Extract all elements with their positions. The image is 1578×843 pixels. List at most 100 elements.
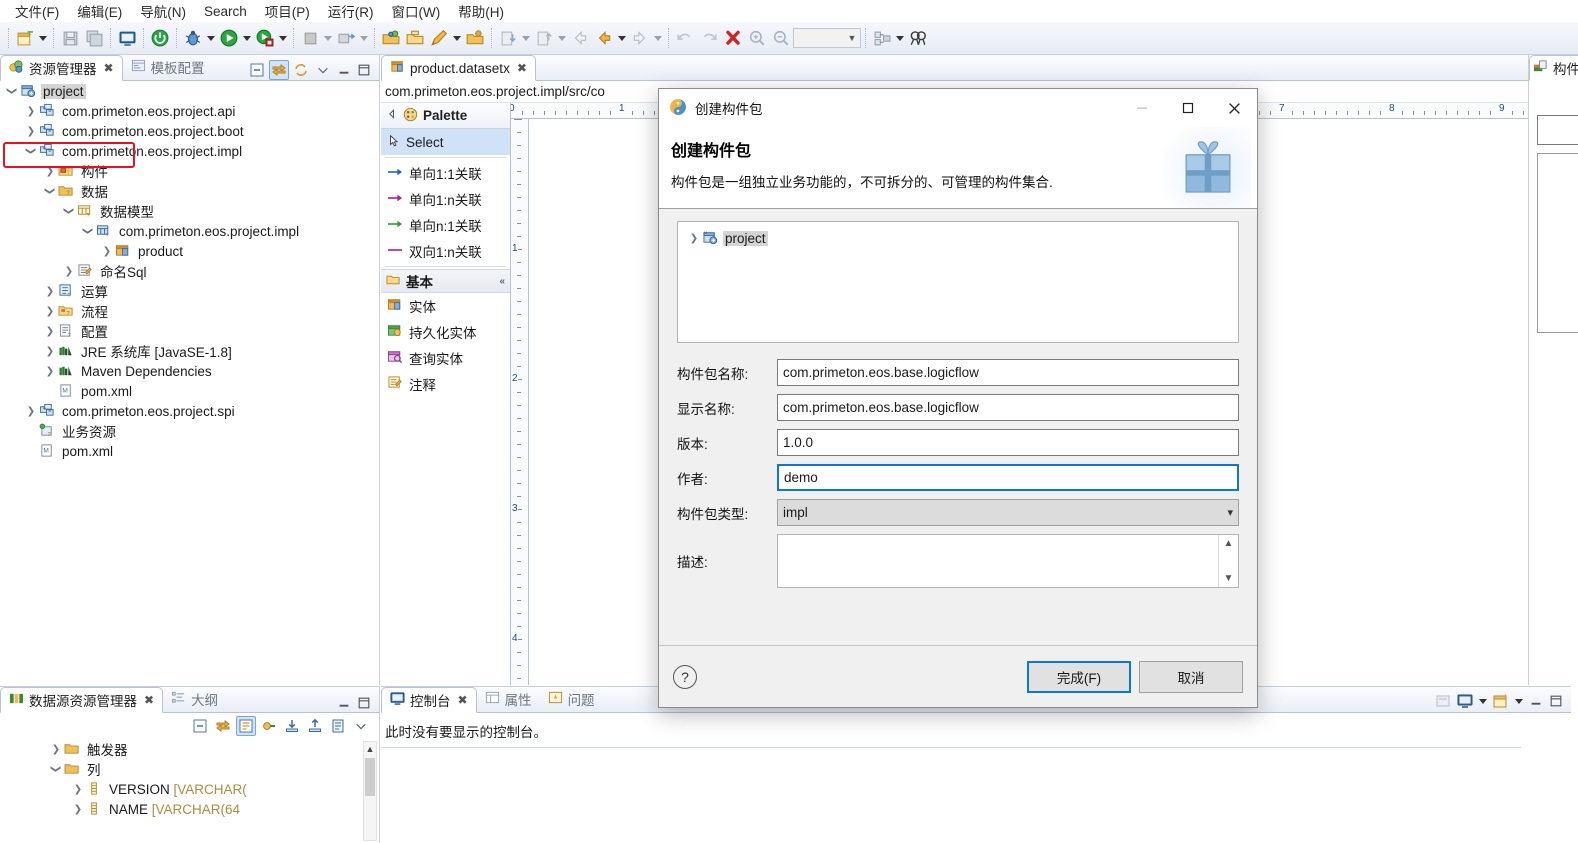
finish-button[interactable]: 完成(F) (1027, 661, 1131, 693)
power-icon[interactable] (148, 26, 172, 50)
refresh-icon[interactable] (291, 60, 311, 80)
open-package-icon[interactable] (379, 26, 403, 50)
chevron-right-icon[interactable]: ❯ (61, 263, 77, 279)
scrollbar-thumb[interactable] (365, 758, 375, 796)
tree-item[interactable]: ❯com.primeton.eos.project.spi (0, 401, 379, 421)
chevron-down-icon[interactable]: ❯ (42, 183, 58, 199)
new-dropdown-caret[interactable] (37, 27, 49, 49)
tree-item[interactable]: ❯VERSION [VARCHAR( (0, 779, 379, 799)
tree-item[interactable]: ❯Maven Dependencies (0, 361, 379, 381)
chevron-right-icon[interactable]: ❯ (23, 403, 39, 419)
tree-item[interactable]: ❯列 (0, 759, 379, 779)
tree-item[interactable]: ❯?数据 (0, 181, 379, 201)
palette-item-basic[interactable]: 查询实体 (381, 345, 510, 371)
run-dropdown-caret[interactable] (241, 27, 253, 49)
chevron-down-icon[interactable]: ❯ (23, 143, 39, 159)
chevron-right-icon[interactable]: ❯ (42, 363, 58, 379)
dialog-project-tree[interactable]: ❯ M project (677, 221, 1239, 343)
component-list-box[interactable] (1537, 153, 1578, 333)
chevron-right-icon[interactable]: ❯ (48, 741, 64, 757)
tab-product-datasetx[interactable]: product.datasetx ✖ (381, 55, 536, 81)
tree-item[interactable]: ❯?流程 (0, 301, 379, 321)
publish-icon[interactable] (334, 26, 358, 50)
search-icon[interactable] (906, 26, 930, 50)
tree-item[interactable]: ❯?运算 (0, 281, 379, 301)
filter-tree-icon[interactable] (236, 716, 256, 736)
pen-dropdown-caret[interactable] (451, 27, 463, 49)
save-script-icon[interactable] (328, 716, 348, 736)
scroll-down-icon[interactable]: ▼ (1224, 573, 1234, 584)
chevron-right-icon[interactable]: ❯ (42, 323, 58, 339)
chevron-right-icon[interactable]: ❯ (42, 163, 58, 179)
perspective-icon[interactable] (870, 26, 894, 50)
chevron-down-icon[interactable]: ❯ (80, 223, 96, 239)
menu-item-edit[interactable]: 编辑(E) (68, 0, 131, 23)
chevron-right-icon[interactable]: ❯ (42, 283, 58, 299)
back-dropdown-caret[interactable] (616, 27, 628, 49)
debug-dropdown-caret[interactable] (205, 27, 217, 49)
open-console-caret[interactable] (1513, 690, 1525, 712)
tab-problems[interactable]: 问题 (540, 686, 603, 712)
palette-item-select[interactable]: Select (381, 129, 510, 155)
chevron-right-icon[interactable]: ❯ (42, 343, 58, 359)
export-db-icon[interactable] (305, 716, 325, 736)
close-icon[interactable]: ✖ (517, 61, 527, 75)
palette-item-relation[interactable]: 双向1:n关联 (381, 238, 510, 264)
palette-item-relation[interactable]: 单向1:n关联 (381, 186, 510, 212)
pin-icon[interactable]: « (499, 276, 505, 287)
menu-item-window[interactable]: 窗口(W) (383, 0, 450, 23)
chevron-right-icon[interactable]: ❯ (23, 123, 39, 139)
chevron-down-icon[interactable]: ❯ (61, 203, 77, 219)
select-构件包类型[interactable]: impl▾ (777, 499, 1239, 526)
maximize-icon[interactable] (1165, 89, 1211, 127)
tree-item[interactable]: Mpom.xml (0, 441, 379, 461)
view-menu-icon[interactable] (351, 716, 371, 736)
tab-resource-explorer[interactable]: 资源管理器 ✖ (0, 55, 123, 81)
close-icon[interactable]: ✖ (144, 693, 154, 707)
chevron-right-icon[interactable]: ❯ (42, 303, 58, 319)
tree-item[interactable]: ❯?数据模型 (0, 201, 379, 221)
run-icon[interactable] (217, 26, 241, 50)
palette-group-basic[interactable]: 基本 « (381, 269, 510, 293)
chevron-down-icon[interactable]: ❯ (48, 761, 64, 777)
palette-item-relation[interactable]: 单向1:1关联 (381, 160, 510, 186)
menu-item-run[interactable]: 运行(R) (319, 0, 383, 23)
maximize-view-icon[interactable] (355, 61, 373, 79)
open-folder-icon[interactable] (403, 26, 427, 50)
menu-item-project[interactable]: 项目(P) (256, 0, 319, 23)
cancel-button[interactable]: 取消 (1139, 661, 1243, 693)
view-menu-icon[interactable] (313, 60, 333, 80)
close-icon[interactable] (1211, 89, 1257, 127)
tree-item[interactable]: ❯com.primeton.eos.project.impl (0, 141, 379, 161)
open-type-icon[interactable] (463, 26, 487, 50)
palette-item-basic[interactable]: 实体 (381, 293, 510, 319)
menu-item-help[interactable]: 帮助(H) (449, 0, 513, 23)
tree-item[interactable]: ❯com.primeton.eos.project.boot (0, 121, 379, 141)
chevron-right-icon[interactable]: ❯ (70, 781, 86, 797)
chevron-down-icon[interactable]: ❯ (4, 83, 20, 99)
save-icon[interactable] (58, 26, 82, 50)
pen-icon[interactable] (427, 26, 451, 50)
textarea-scrollbar[interactable]: ▲▼ (1218, 535, 1238, 587)
debug-icon[interactable] (181, 26, 205, 50)
display-console-icon[interactable] (1455, 691, 1475, 711)
input-构件包名称[interactable]: com.primeton.eos.base.logicflow (777, 359, 1239, 386)
back-yellow-arrow-icon[interactable] (592, 26, 616, 50)
close-icon[interactable]: ✖ (458, 693, 468, 707)
tab-properties[interactable]: 属性 (477, 686, 540, 712)
tree-item[interactable]: ❯com.primeton.eos.project.api (0, 101, 379, 121)
tree-item[interactable]: ❯project (0, 81, 379, 101)
help-icon[interactable]: ? (673, 665, 697, 689)
datasource-tree[interactable]: ❯触发器❯列❯VERSION [VARCHAR(❯NAME [VARCHAR(6… (0, 739, 379, 843)
collapse-all-icon[interactable] (247, 60, 267, 80)
toolbar-combo[interactable]: ▼ (793, 28, 861, 48)
tree-item[interactable]: ❯命名Sql (0, 261, 379, 281)
console-body[interactable]: 此时没有要显示的控制台。 (381, 713, 1571, 843)
link-with-editor-icon[interactable] (213, 716, 233, 736)
minimize-view-icon[interactable] (335, 694, 353, 712)
tree-item[interactable]: ?业务资源 (0, 421, 379, 441)
connect-icon[interactable] (259, 716, 279, 736)
open-console-icon[interactable] (1491, 691, 1511, 711)
scroll-up-icon[interactable]: ▲ (364, 742, 376, 756)
maximize-view-icon[interactable] (1547, 692, 1565, 710)
